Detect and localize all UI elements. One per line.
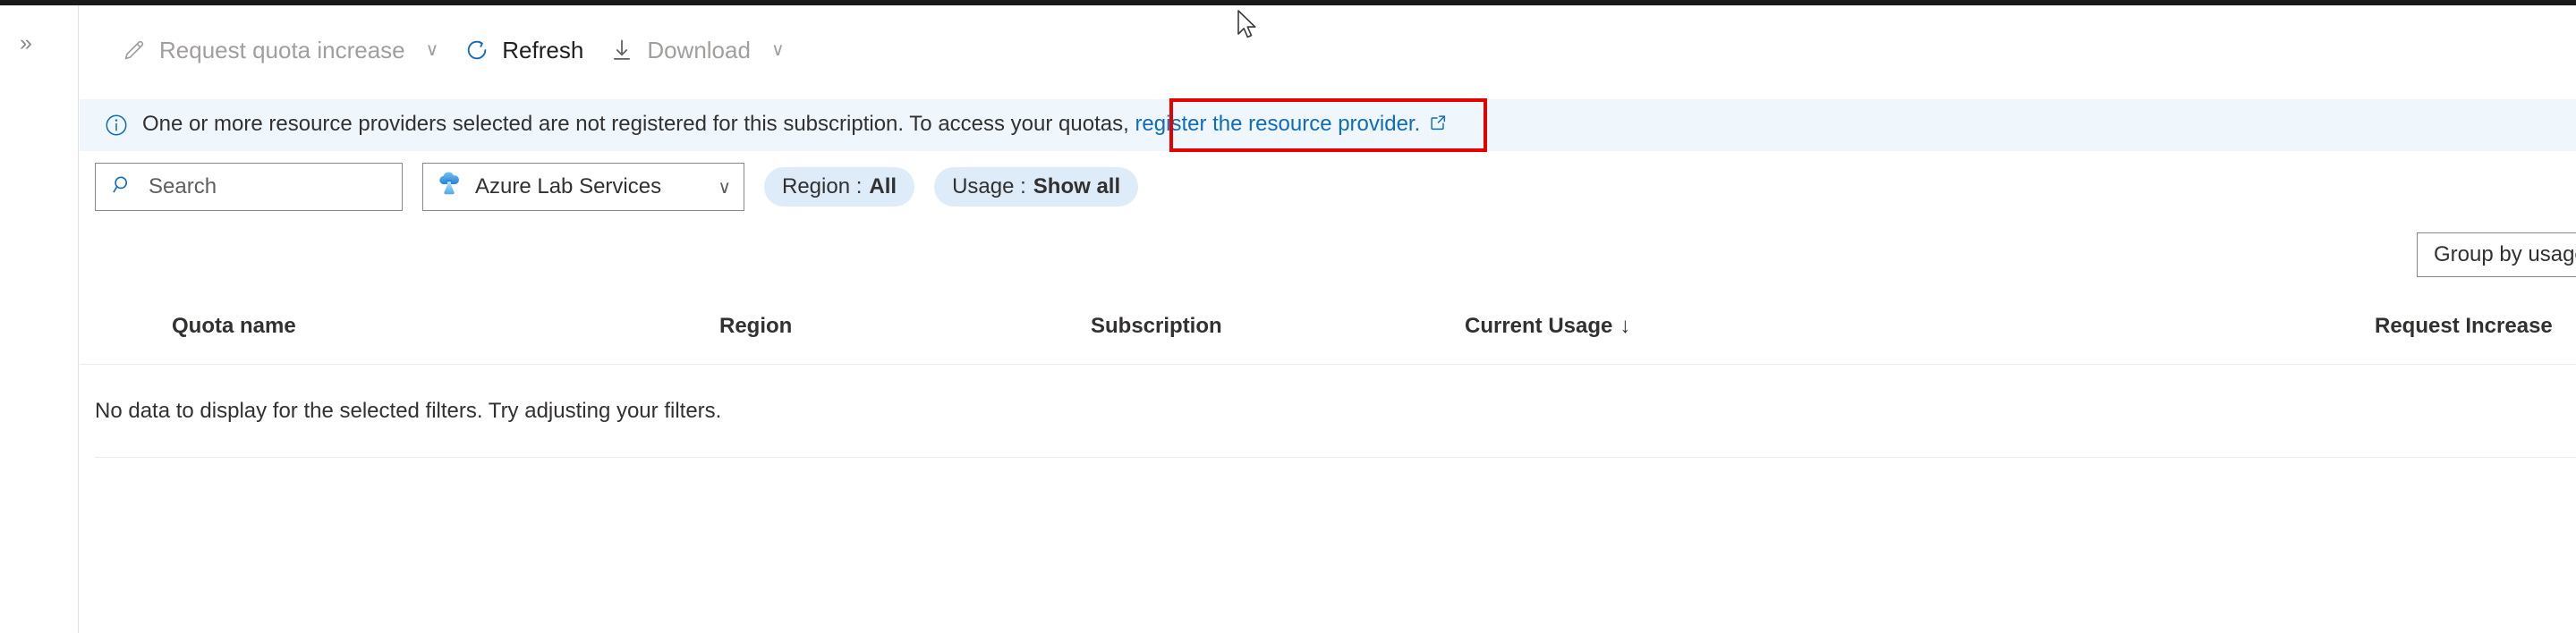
external-link-icon	[1428, 113, 1448, 139]
expand-sidebar-chevron-icon[interactable]: »	[20, 32, 32, 55]
empty-state-divider	[95, 457, 2576, 458]
register-resource-provider-link[interactable]: register the resource provider.	[1135, 112, 1448, 136]
provider-filter-dropdown[interactable]: Azure Lab Services ∨	[422, 163, 744, 211]
pencil-icon	[121, 37, 148, 63]
column-header-current-usage-label: Current Usage	[1465, 314, 1613, 338]
provider-filter-value: Azure Lab Services	[475, 174, 662, 198]
quota-table-header: Quota name Region Subscription Current U…	[80, 314, 2576, 364]
search-icon	[111, 173, 134, 201]
usage-filter-value: Show all	[1033, 174, 1121, 198]
column-header-region[interactable]: Region	[719, 314, 792, 339]
refresh-icon	[463, 37, 490, 63]
filter-row: Azure Lab Services ∨ Region : All Usage …	[95, 163, 1139, 211]
register-resource-provider-link-text: register the resource provider.	[1135, 112, 1421, 136]
download-chevron-down-icon[interactable]: ∨	[771, 41, 785, 59]
search-input[interactable]	[147, 173, 374, 200]
column-header-current-usage[interactable]: Current Usage ↓	[1465, 314, 1630, 339]
request-quota-increase-button[interactable]: Request quota increase ∨	[110, 30, 453, 72]
notification-message: One or more resource providers selected …	[142, 112, 1448, 139]
refresh-label: Refresh	[502, 36, 584, 63]
column-header-request-increase[interactable]: Request Increase	[2375, 314, 2553, 339]
download-icon	[608, 37, 635, 63]
region-filter-value: All	[869, 174, 897, 198]
group-by-dropdown[interactable]: Group by usage	[2417, 232, 2576, 277]
usage-filter-label: Usage :	[952, 174, 1026, 198]
table-header-divider	[80, 364, 2576, 365]
left-rail: »	[0, 5, 79, 633]
search-box[interactable]	[95, 163, 403, 211]
provider-chevron-down-icon: ∨	[718, 177, 731, 198]
group-by-value: Group by usage	[2434, 242, 2576, 266]
request-quota-increase-chevron-down-icon[interactable]: ∨	[426, 41, 439, 59]
main-pane: Request quota increase ∨ Refresh Downloa…	[80, 5, 2576, 633]
column-header-subscription[interactable]: Subscription	[1091, 314, 1222, 339]
refresh-button[interactable]: Refresh	[453, 30, 598, 72]
region-filter-pill[interactable]: Region : All	[764, 167, 915, 207]
usage-filter-pill[interactable]: Usage : Show all	[934, 167, 1139, 207]
download-label: Download	[647, 36, 751, 63]
notification-message-text: One or more resource providers selected …	[142, 112, 1129, 136]
request-quota-increase-label: Request quota increase	[159, 36, 405, 63]
region-filter-label: Region :	[782, 174, 863, 198]
info-circle-icon	[103, 112, 130, 139]
empty-state-message: No data to display for the selected filt…	[95, 399, 722, 423]
sort-descending-icon: ↓	[1620, 314, 1631, 338]
command-bar: Request quota increase ∨ Refresh Downloa…	[110, 27, 799, 73]
download-button[interactable]: Download ∨	[598, 30, 798, 72]
azure-lab-services-icon	[435, 171, 463, 204]
column-header-quota-name[interactable]: Quota name	[172, 314, 296, 339]
notification-banner: One or more resource providers selected …	[80, 99, 2576, 151]
